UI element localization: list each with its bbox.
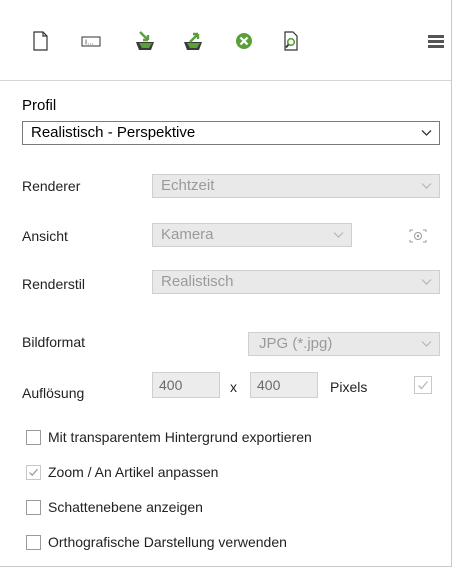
zoom-fit-label[interactable]: Zoom / An Artikel anpassen xyxy=(48,464,218,480)
profil-label: Profil xyxy=(22,97,57,114)
renderer-dropdown: Echtzeit xyxy=(152,174,440,198)
shadow-plane-label[interactable]: Schattenebene anzeigen xyxy=(48,499,203,515)
profil-dropdown[interactable]: Realistisch - Perspektive xyxy=(22,121,440,145)
aspect-lock-checkbox xyxy=(414,376,432,394)
bildformat-dropdown: JPG (*.jpg) xyxy=(248,332,440,356)
renderstil-dropdown: Realistisch xyxy=(152,270,440,294)
toolbar: I... xyxy=(0,0,451,81)
new-document-icon[interactable] xyxy=(30,30,52,52)
bildformat-label: Bildformat xyxy=(22,334,86,350)
ansicht-label: Ansicht xyxy=(22,228,68,244)
shadow-plane-checkbox[interactable] xyxy=(26,500,41,515)
dimension-separator: x xyxy=(230,379,237,395)
checkmark-icon xyxy=(29,468,38,477)
chevron-down-icon xyxy=(421,341,432,347)
chevron-down-icon xyxy=(421,183,432,189)
camera-target-icon xyxy=(407,227,429,245)
chevron-down-icon xyxy=(421,279,432,285)
orthographic-checkbox[interactable] xyxy=(26,535,41,550)
renderstil-label: Renderstil xyxy=(22,276,86,292)
checkmark-icon xyxy=(418,381,428,390)
chevron-down-icon xyxy=(421,130,432,136)
text-field-icon[interactable]: I... xyxy=(80,30,102,52)
bildformat-value: JPG (*.jpg) xyxy=(259,335,333,352)
render-settings-panel: I... Profil Realistisch - Perspektive Re… xyxy=(0,0,452,567)
renderer-value: Echtzeit xyxy=(161,177,215,194)
preview-icon[interactable] xyxy=(280,30,302,52)
transparent-background-label[interactable]: Mit transparentem Hintergrund exportiere… xyxy=(48,429,312,445)
profil-value: Realistisch - Perspektive xyxy=(31,124,196,141)
ansicht-value: Kamera xyxy=(161,226,214,243)
svg-text:I...: I... xyxy=(85,39,94,47)
export-icon[interactable] xyxy=(182,30,204,52)
aufloesung-label: Auflösung xyxy=(22,385,85,401)
zoom-fit-checkbox[interactable] xyxy=(26,465,41,480)
height-input: 400 xyxy=(250,372,318,398)
pixels-unit-label: Pixels xyxy=(330,379,368,395)
orthographic-label[interactable]: Orthografische Darstellung verwenden xyxy=(48,534,287,550)
chevron-down-icon xyxy=(333,232,344,238)
renderstil-value: Realistisch xyxy=(161,273,234,290)
width-input: 400 xyxy=(152,372,220,398)
delete-icon[interactable] xyxy=(233,30,255,52)
menu-icon[interactable] xyxy=(425,30,447,52)
transparent-background-checkbox[interactable] xyxy=(26,430,41,445)
ansicht-dropdown: Kamera xyxy=(152,223,352,247)
import-icon[interactable] xyxy=(133,30,155,52)
renderer-label: Renderer xyxy=(22,178,81,194)
